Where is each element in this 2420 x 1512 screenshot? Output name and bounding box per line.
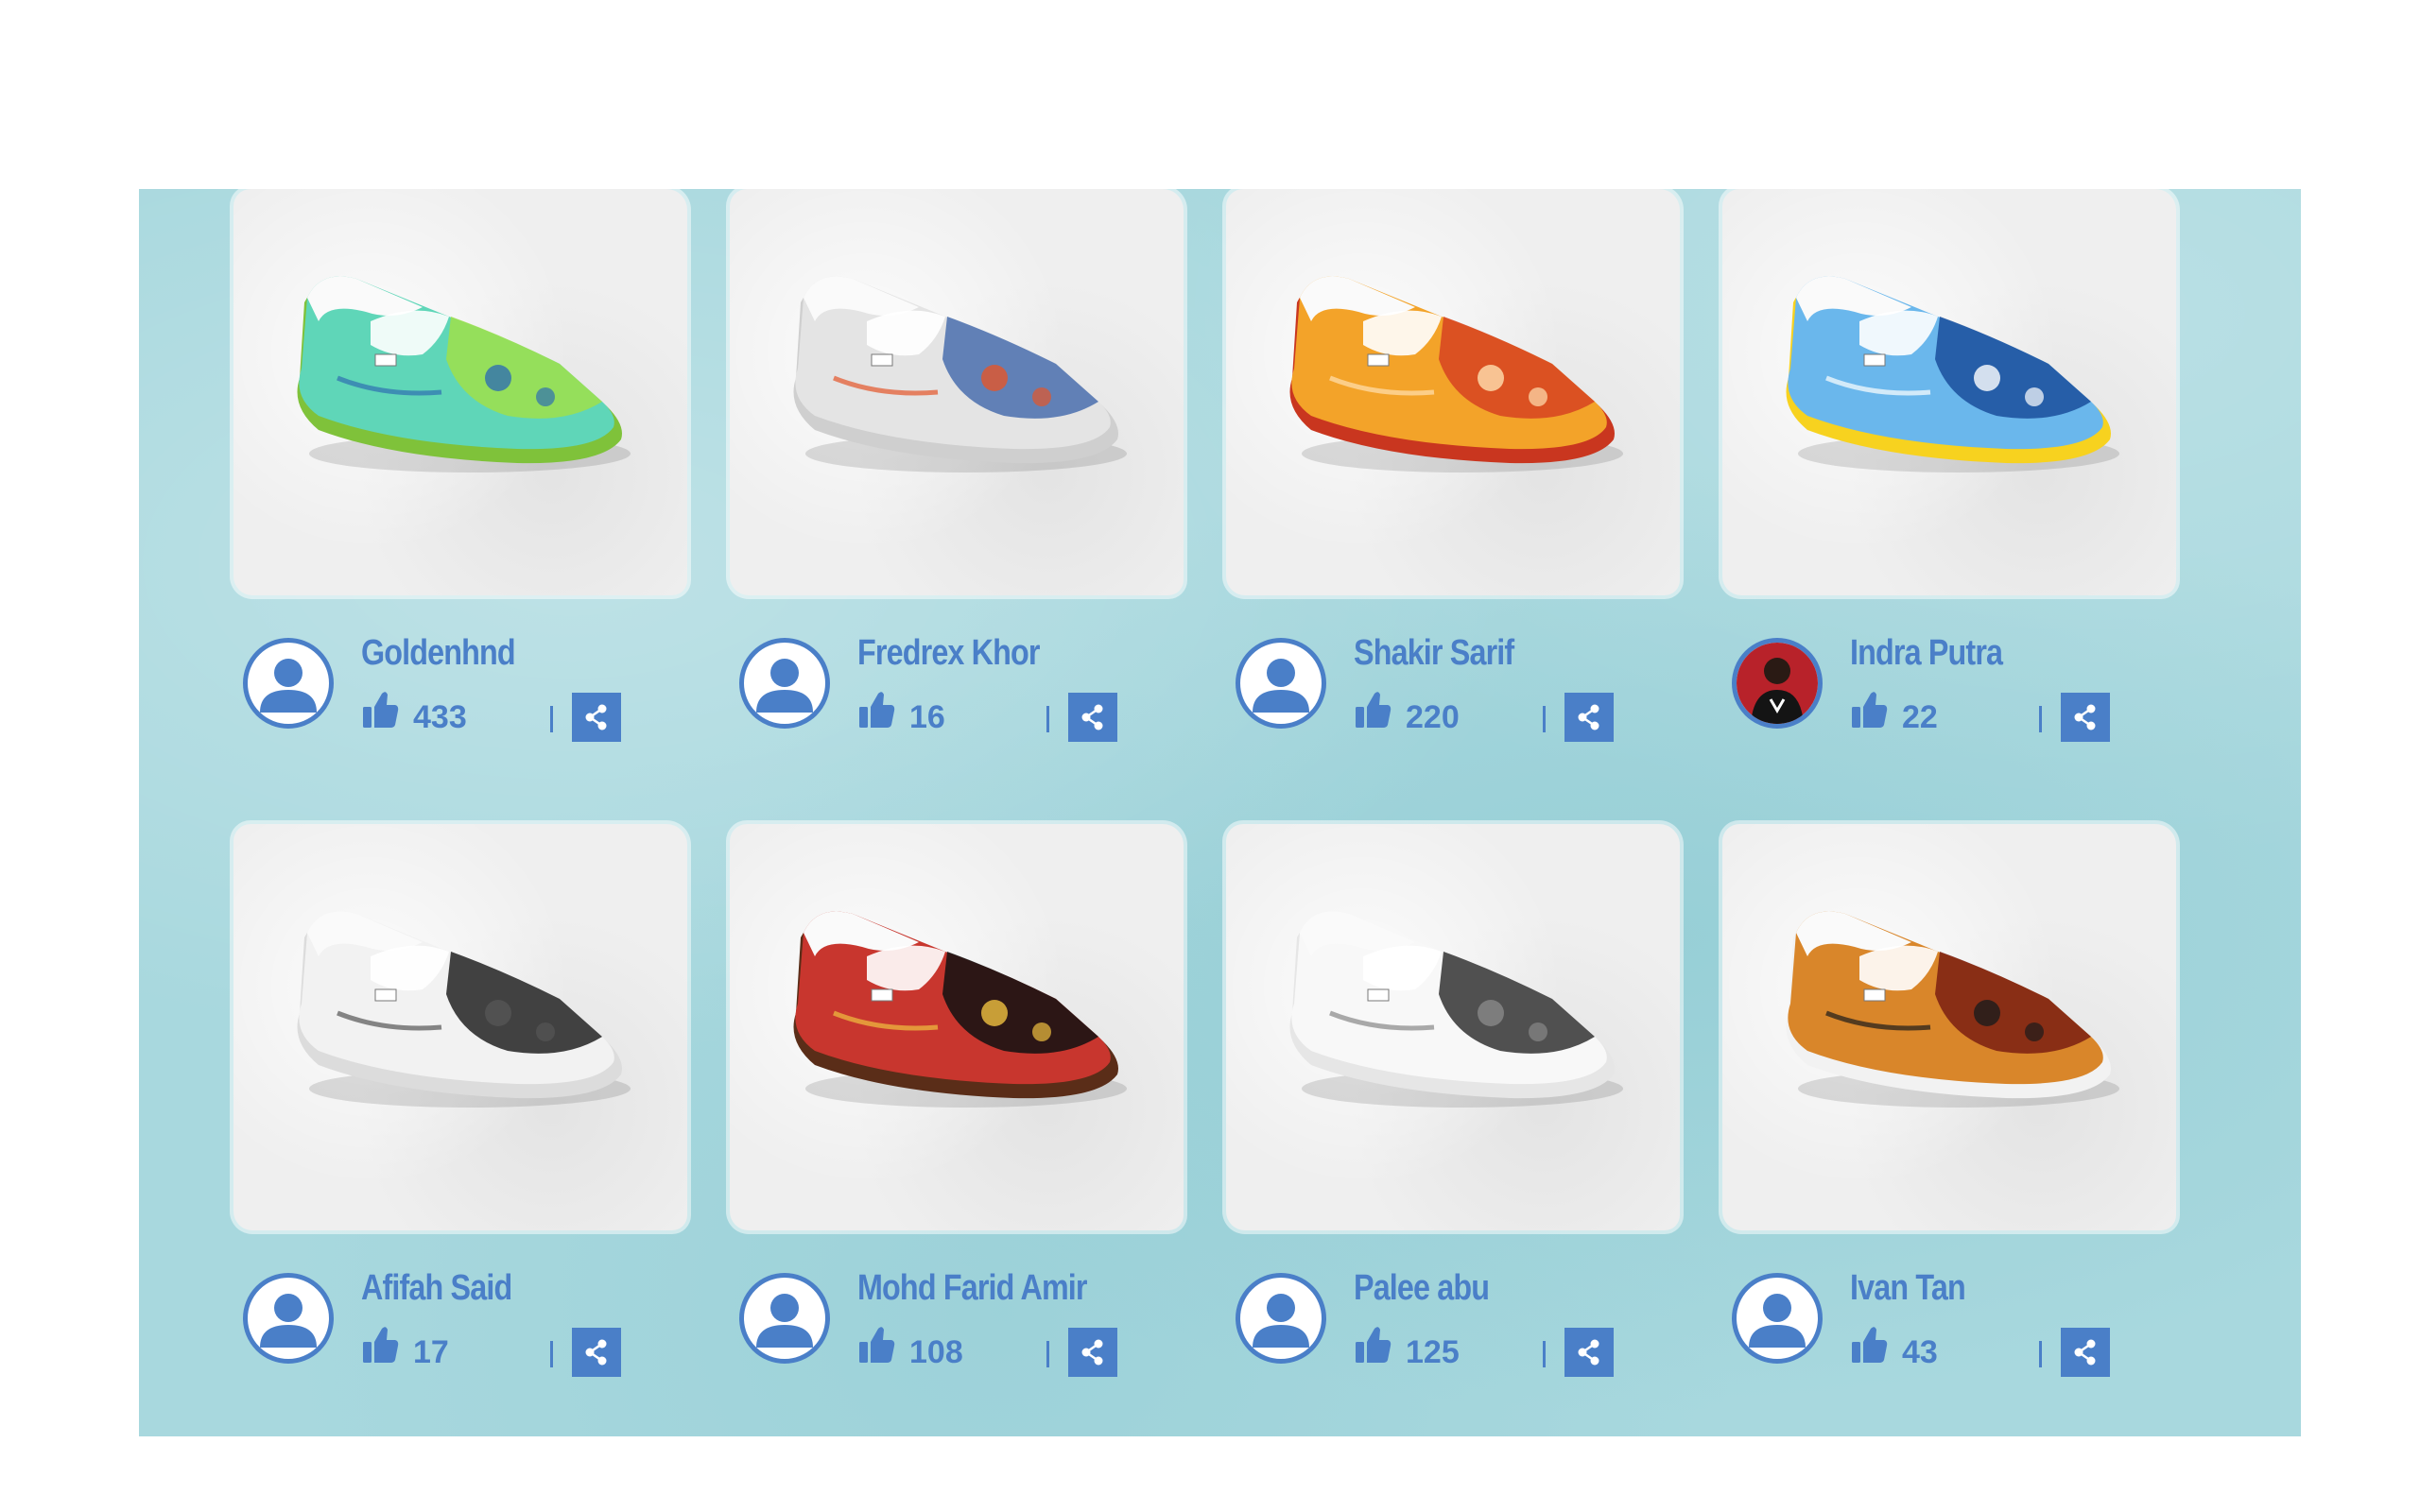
share-button[interactable] xyxy=(1564,1328,1614,1377)
design-thumbnail[interactable] xyxy=(730,824,1184,1230)
like-count: 17 xyxy=(413,1334,449,1370)
thumbs-up-icon xyxy=(363,1327,399,1363)
default-user-icon xyxy=(756,659,813,713)
design-card: Afifah Said 17 xyxy=(233,824,687,1429)
shoe-design-image xyxy=(297,911,631,1108)
like-button[interactable] xyxy=(1850,1325,1888,1365)
shoe-design-image xyxy=(793,911,1127,1108)
shoe-design-image xyxy=(793,276,1127,472)
author-name[interactable]: Goldenhnd xyxy=(361,633,516,674)
share-icon xyxy=(1081,704,1103,730)
author-avatar[interactable] xyxy=(1732,638,1823,729)
design-thumbnail[interactable] xyxy=(730,189,1184,595)
user-photo-avatar xyxy=(1737,643,1818,724)
author-avatar[interactable] xyxy=(739,1273,830,1364)
default-user-icon xyxy=(260,659,317,713)
shoe-design-image xyxy=(1786,276,2119,472)
like-count: 108 xyxy=(909,1334,963,1370)
default-user-icon xyxy=(756,1294,813,1348)
shoe-design-image xyxy=(297,276,631,472)
share-button[interactable] xyxy=(1564,693,1614,742)
thumbs-up-icon xyxy=(859,1327,895,1363)
design-card: Shakir Sarif 220 xyxy=(1226,189,1680,794)
thumbs-up-icon xyxy=(859,692,895,728)
author-avatar[interactable] xyxy=(739,638,830,729)
author-avatar[interactable] xyxy=(1236,638,1326,729)
divider xyxy=(550,1341,553,1367)
like-button[interactable] xyxy=(361,1325,399,1365)
share-icon xyxy=(2074,1339,2096,1366)
default-user-icon xyxy=(1749,1294,1806,1348)
default-user-icon xyxy=(260,1294,317,1348)
shoe-gallery: Goldenhnd 433 Fredrex Khor 16 Shakir Sar… xyxy=(139,189,2301,1436)
design-card: Mohd Farid Amir 108 xyxy=(730,824,1184,1429)
default-user-icon xyxy=(1253,659,1309,713)
design-card: Goldenhnd 433 xyxy=(233,189,687,794)
author-avatar[interactable] xyxy=(243,638,334,729)
share-button[interactable] xyxy=(1068,693,1117,742)
shoe-design-image xyxy=(1786,911,2119,1108)
author-avatar[interactable] xyxy=(1236,1273,1326,1364)
share-button[interactable] xyxy=(572,1328,621,1377)
author-name[interactable]: Mohd Farid Amir xyxy=(857,1268,1088,1309)
design-thumbnail[interactable] xyxy=(1226,189,1680,595)
like-count: 220 xyxy=(1406,699,1460,735)
design-thumbnail[interactable] xyxy=(1722,824,2176,1230)
author-name[interactable]: Indra Putra xyxy=(1850,633,2003,674)
author-name[interactable]: Afifah Said xyxy=(361,1268,512,1309)
share-icon xyxy=(1578,1339,1599,1366)
shoe-design-image xyxy=(1289,911,1623,1108)
share-icon xyxy=(585,1339,607,1366)
divider xyxy=(2039,706,2042,732)
default-user-icon xyxy=(1253,1294,1309,1348)
author-avatar[interactable] xyxy=(1732,1273,1823,1364)
like-button[interactable] xyxy=(857,690,895,730)
thumbs-up-icon xyxy=(1356,1327,1392,1363)
share-icon xyxy=(1578,704,1599,730)
share-icon xyxy=(1081,1339,1103,1366)
author-name[interactable]: Fredrex Khor xyxy=(857,633,1040,674)
thumbs-up-icon xyxy=(1852,692,1888,728)
shoe-design-image xyxy=(1289,276,1623,472)
design-thumbnail[interactable] xyxy=(1722,189,2176,595)
design-thumbnail[interactable] xyxy=(1226,824,1680,1230)
like-count: 22 xyxy=(1902,699,1938,735)
like-count: 125 xyxy=(1406,1334,1460,1370)
divider xyxy=(1046,1341,1049,1367)
divider xyxy=(1543,706,1546,732)
share-icon xyxy=(2074,704,2096,730)
share-button[interactable] xyxy=(2061,693,2110,742)
design-card: Fredrex Khor 16 xyxy=(730,189,1184,794)
author-avatar[interactable] xyxy=(243,1273,334,1364)
like-button[interactable] xyxy=(857,1325,895,1365)
like-count: 43 xyxy=(1902,1334,1938,1370)
share-button[interactable] xyxy=(1068,1328,1117,1377)
like-button[interactable] xyxy=(1354,1325,1392,1365)
like-button[interactable] xyxy=(1354,690,1392,730)
author-name[interactable]: Palee abu xyxy=(1354,1268,1490,1309)
author-name[interactable]: Ivan Tan xyxy=(1850,1268,1966,1309)
share-button[interactable] xyxy=(572,693,621,742)
divider xyxy=(1543,1341,1546,1367)
like-count: 433 xyxy=(413,699,467,735)
design-thumbnail[interactable] xyxy=(233,189,687,595)
design-thumbnail[interactable] xyxy=(233,824,687,1230)
design-card: Palee abu 125 xyxy=(1226,824,1680,1429)
share-button[interactable] xyxy=(2061,1328,2110,1377)
thumbs-up-icon xyxy=(1356,692,1392,728)
divider xyxy=(550,706,553,732)
design-card: Indra Putra 22 xyxy=(1722,189,2176,794)
design-card: Ivan Tan 43 xyxy=(1722,824,2176,1429)
author-name[interactable]: Shakir Sarif xyxy=(1354,633,1514,674)
like-button[interactable] xyxy=(361,690,399,730)
share-icon xyxy=(585,704,607,730)
like-button[interactable] xyxy=(1850,690,1888,730)
thumbs-up-icon xyxy=(1852,1327,1888,1363)
divider xyxy=(1046,706,1049,732)
divider xyxy=(2039,1341,2042,1367)
thumbs-up-icon xyxy=(363,692,399,728)
like-count: 16 xyxy=(909,699,945,735)
